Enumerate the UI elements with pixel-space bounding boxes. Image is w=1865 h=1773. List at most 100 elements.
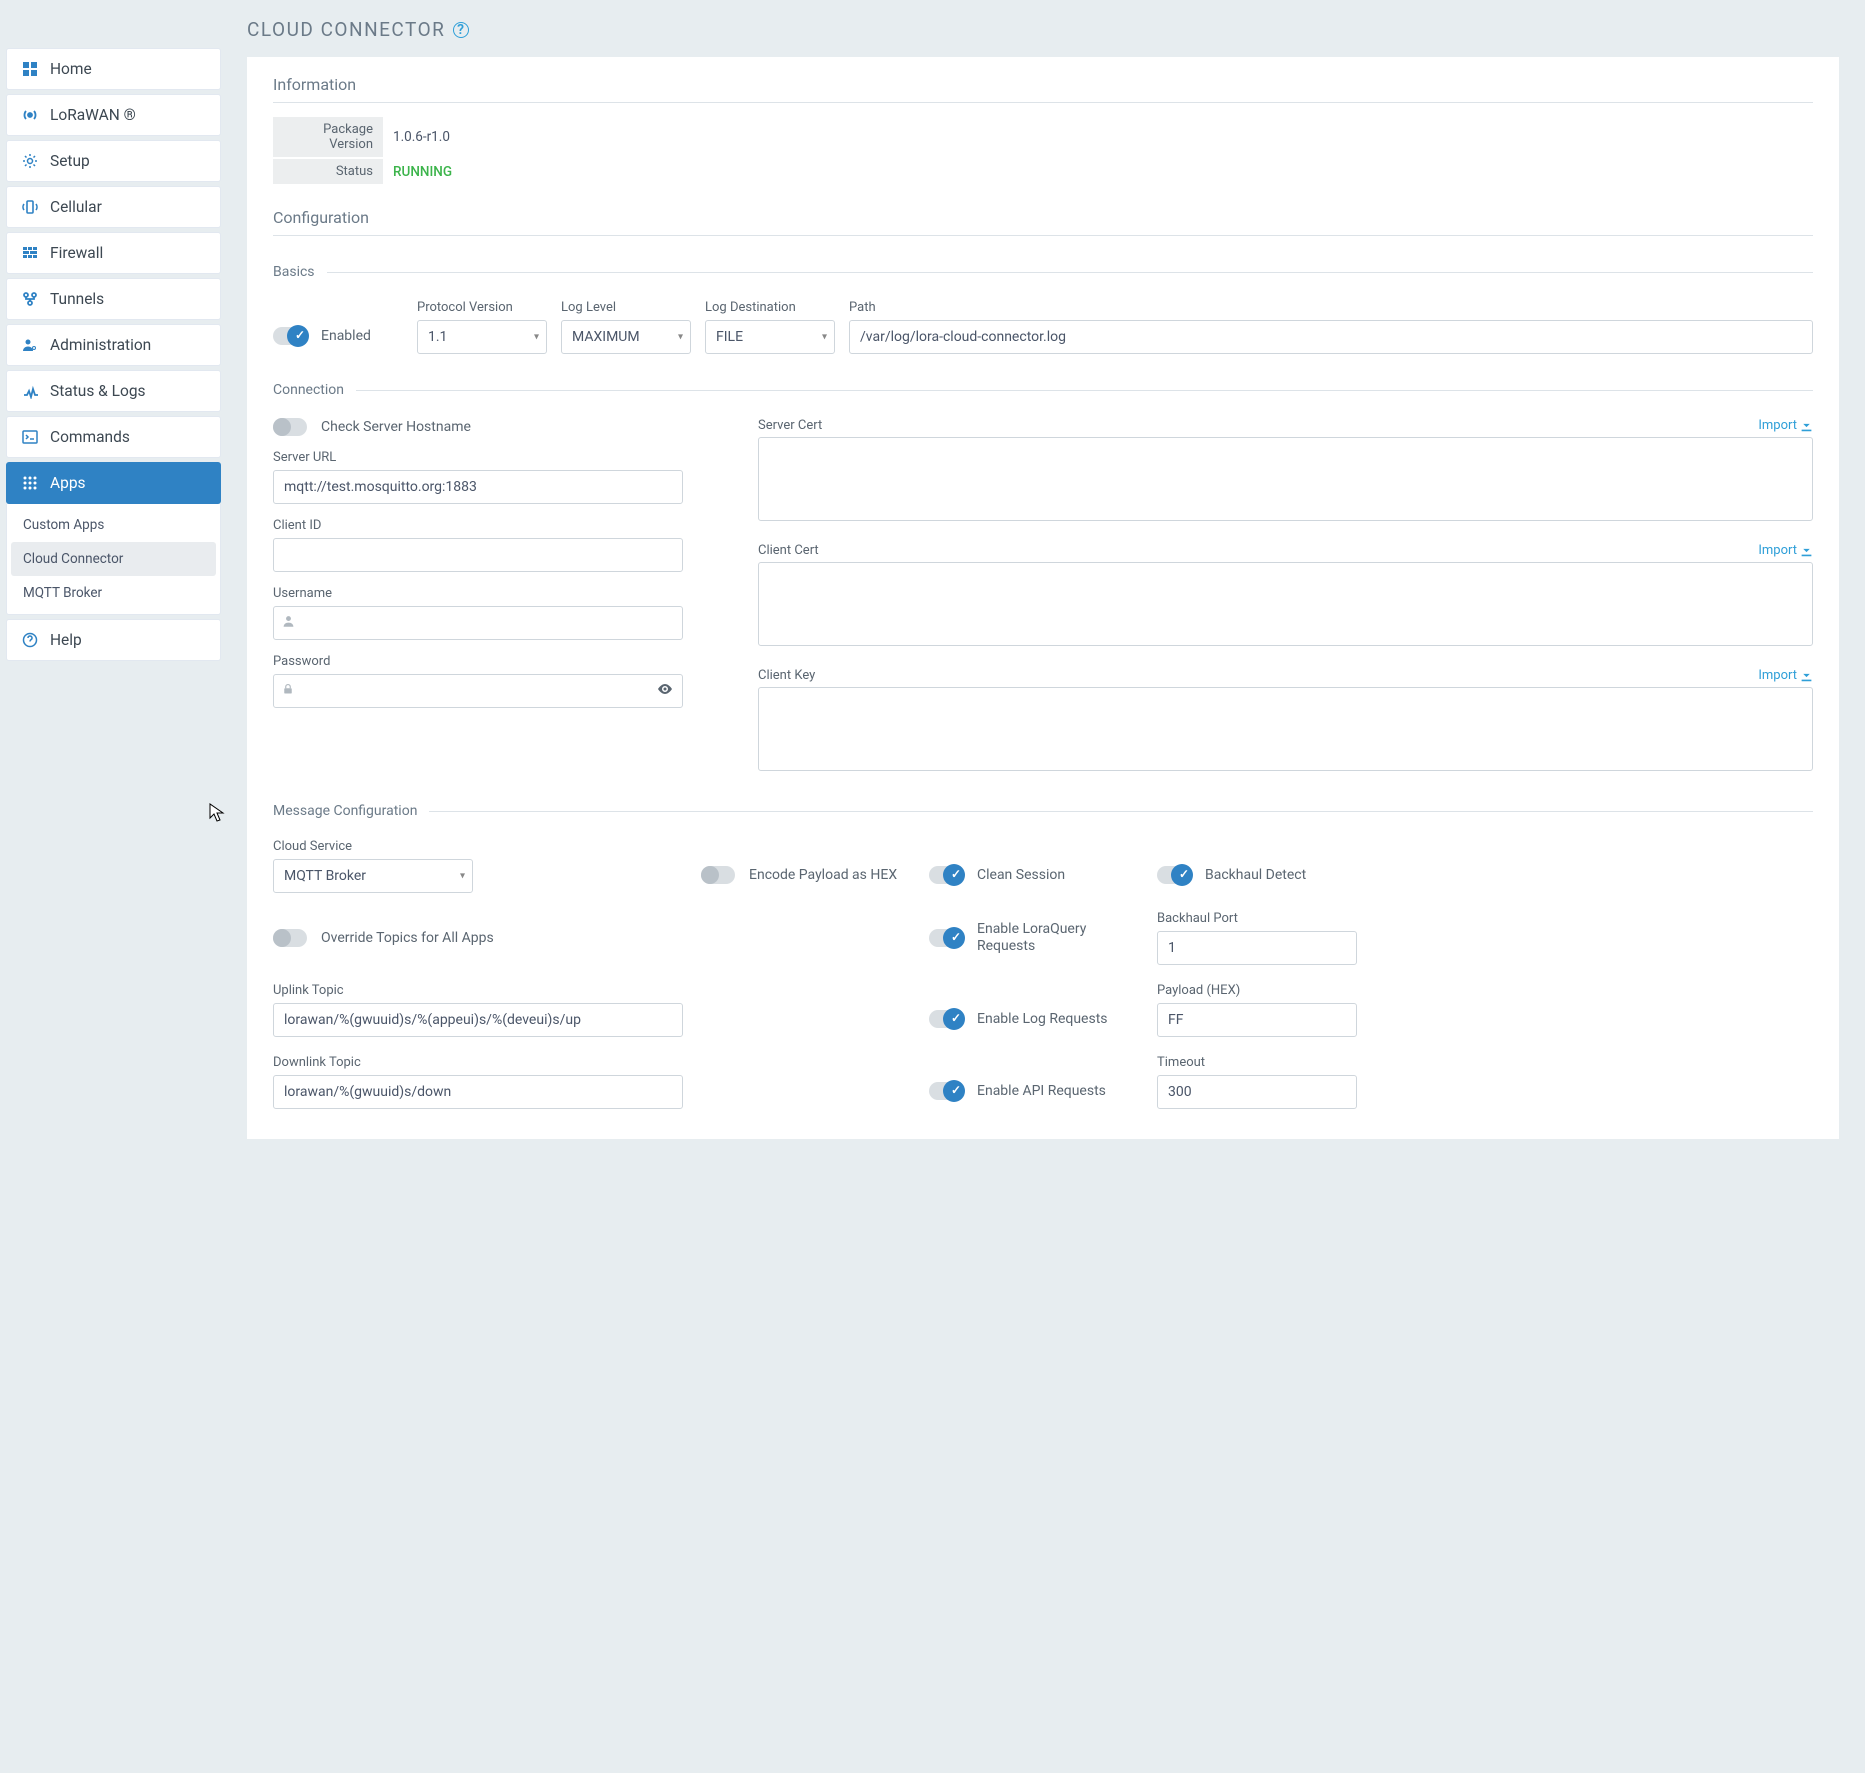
payload-hex-label: Payload (HEX) — [1157, 983, 1357, 998]
sidebar-item-label: Firewall — [50, 244, 103, 262]
sidebar-item-cellular[interactable]: Cellular — [6, 186, 221, 228]
username-label: Username — [273, 586, 683, 601]
path-label: Path — [849, 300, 1813, 315]
enable-log-toggle[interactable]: ✓ — [929, 1010, 963, 1028]
sidebar-item-label: Setup — [50, 152, 90, 170]
cloud-service-select[interactable]: MQTT Broker — [273, 859, 473, 893]
connection-legend: Connection — [273, 382, 356, 398]
client-cert-textarea[interactable] — [758, 562, 1813, 646]
sidebar-item-firewall[interactable]: Firewall — [6, 232, 221, 274]
client-id-label: Client ID — [273, 518, 683, 533]
connection-fieldset: Connection Check Server Hostname Server … — [273, 382, 1813, 775]
info-table: Package Version 1.0.6-r1.0 Status RUNNIN… — [273, 117, 1813, 184]
password-input[interactable] — [273, 674, 683, 708]
timeout-input[interactable] — [1157, 1075, 1357, 1109]
sidebar-item-label: Apps — [50, 474, 86, 492]
protocol-select[interactable]: 1.1 — [417, 320, 547, 354]
sidebar-item-lorawan[interactable]: LoRaWAN ® — [6, 94, 221, 136]
loglevel-select[interactable]: MAXIMUM — [561, 320, 691, 354]
sidebar-item-label: Administration — [50, 336, 151, 354]
clean-session-label: Clean Session — [977, 867, 1065, 883]
timeout-label: Timeout — [1157, 1055, 1357, 1070]
downlink-label: Downlink Topic — [273, 1055, 683, 1070]
sidebar-item-label: Status & Logs — [50, 382, 146, 400]
status-value: RUNNING — [383, 164, 452, 180]
sidebar-item-label: Home — [50, 60, 92, 78]
encode-hex-toggle[interactable] — [701, 866, 735, 884]
apps-icon — [21, 474, 39, 492]
sidebar-item-status-logs[interactable]: Status & Logs — [6, 370, 221, 412]
sidebar-item-commands[interactable]: Commands — [6, 416, 221, 458]
basics-fieldset: Basics ✓ Enabled Protocol Version 1.1 Lo… — [273, 264, 1813, 354]
server-url-input[interactable] — [273, 470, 683, 504]
check-server-host-label: Check Server Hostname — [321, 419, 471, 435]
password-label: Password — [273, 654, 683, 669]
sidebar-item-label: Cellular — [50, 198, 102, 216]
client-cert-label: Client Cert — [758, 543, 819, 558]
terminal-icon — [21, 428, 39, 446]
sidebar-item-label: Tunnels — [50, 290, 104, 308]
logdest-label: Log Destination — [705, 300, 835, 315]
client-cert-import[interactable]: Import — [1758, 543, 1813, 558]
apps-submenu: Custom Apps Cloud Connector MQTT Broker — [6, 504, 221, 615]
uplink-label: Uplink Topic — [273, 983, 683, 998]
client-key-textarea[interactable] — [758, 687, 1813, 771]
page-title: CLOUD CONNECTOR ? — [247, 18, 1839, 41]
firewall-icon — [21, 244, 39, 262]
downlink-input[interactable] — [273, 1075, 683, 1109]
uplink-input[interactable] — [273, 1003, 683, 1037]
sidebar-item-label: Commands — [50, 428, 130, 446]
cloud-service-label: Cloud Service — [273, 839, 473, 854]
sub-item-custom-apps[interactable]: Custom Apps — [11, 508, 216, 542]
sub-item-cloud-connector[interactable]: Cloud Connector — [11, 542, 216, 576]
tunnels-icon — [21, 290, 39, 308]
help-circle-icon[interactable]: ? — [453, 22, 469, 38]
client-id-input[interactable] — [273, 538, 683, 572]
page-title-text: CLOUD CONNECTOR — [247, 18, 445, 41]
sidebar: Home LoRaWAN ® Setup Cellular Firewall T… — [0, 0, 227, 1773]
server-cert-textarea[interactable] — [758, 437, 1813, 521]
message-config-legend: Message Configuration — [273, 803, 429, 819]
pkg-version-label: Package Version — [273, 117, 383, 157]
home-icon — [21, 60, 39, 78]
config-card: Information Package Version 1.0.6-r1.0 S… — [247, 57, 1839, 1139]
user-icon — [282, 615, 295, 632]
sidebar-item-label: LoRaWAN ® — [50, 106, 136, 124]
logdest-select[interactable]: FILE — [705, 320, 835, 354]
enable-log-label: Enable Log Requests — [977, 1011, 1108, 1027]
payload-hex-input[interactable] — [1157, 1003, 1357, 1037]
sidebar-item-apps[interactable]: Apps — [6, 462, 221, 504]
path-input[interactable] — [849, 320, 1813, 354]
sidebar-item-administration[interactable]: Administration — [6, 324, 221, 366]
clean-session-toggle[interactable]: ✓ — [929, 866, 963, 884]
sidebar-item-setup[interactable]: Setup — [6, 140, 221, 182]
sidebar-item-help[interactable]: Help — [6, 619, 221, 661]
gear-icon — [21, 152, 39, 170]
client-key-import[interactable]: Import — [1758, 668, 1813, 683]
client-key-label: Client Key — [758, 668, 815, 683]
backhaul-port-input[interactable] — [1157, 931, 1357, 965]
protocol-label: Protocol Version — [417, 300, 547, 315]
sub-item-mqtt-broker[interactable]: MQTT Broker — [11, 576, 216, 610]
message-config-fieldset: Message Configuration Cloud Service MQTT… — [273, 803, 1813, 1109]
check-server-host-toggle[interactable] — [273, 418, 307, 436]
encode-hex-label: Encode Payload as HEX — [749, 867, 897, 883]
server-cert-import[interactable]: Import — [1758, 418, 1813, 433]
sidebar-item-tunnels[interactable]: Tunnels — [6, 278, 221, 320]
server-url-label: Server URL — [273, 450, 683, 465]
enabled-toggle[interactable]: ✓ — [273, 327, 307, 345]
backhaul-toggle[interactable]: ✓ — [1157, 866, 1191, 884]
override-toggle[interactable] — [273, 929, 307, 947]
override-label: Override Topics for All Apps — [321, 930, 494, 946]
status-icon — [21, 382, 39, 400]
antenna-icon — [21, 106, 39, 124]
username-input[interactable] — [273, 606, 683, 640]
enable-api-toggle[interactable]: ✓ — [929, 1082, 963, 1100]
enabled-label: Enabled — [321, 328, 371, 344]
eye-icon[interactable] — [657, 681, 673, 701]
help-icon — [21, 631, 39, 649]
sidebar-item-home[interactable]: Home — [6, 48, 221, 90]
loraquery-toggle[interactable]: ✓ — [929, 929, 963, 947]
cellular-icon — [21, 198, 39, 216]
server-cert-label: Server Cert — [758, 418, 822, 433]
